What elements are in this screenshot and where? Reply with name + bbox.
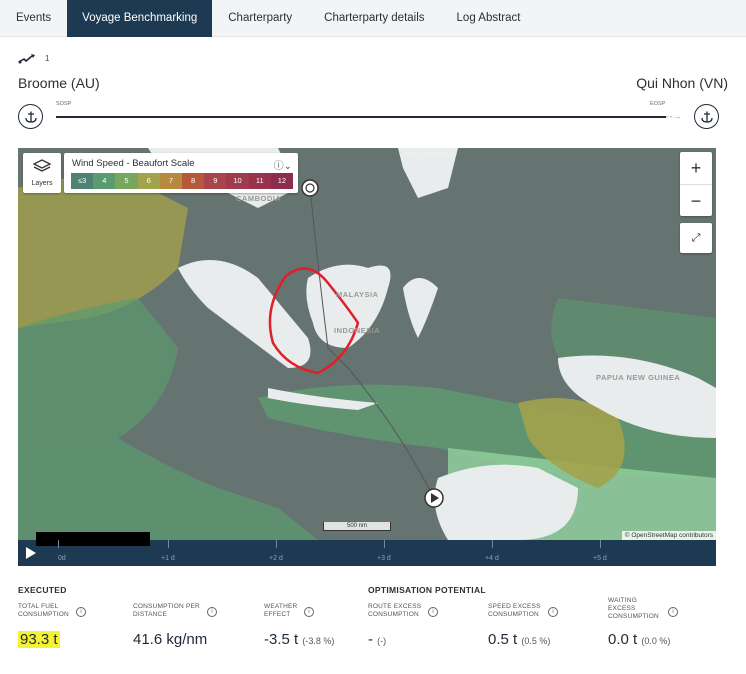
optimisation-title: OPTIMISATION POTENTIAL <box>368 585 486 595</box>
tick-label-2: +2 d <box>269 555 283 562</box>
vessel-count: 1 <box>45 54 50 63</box>
beaufort-cell-7: 10 <box>226 173 249 189</box>
track-arrow-icon: --→ <box>666 112 683 121</box>
wind-zone-4 <box>18 298 178 448</box>
tab-bar: Events Voyage Benchmarking Charterparty … <box>0 0 746 37</box>
beaufort-cell-0: ≤3 <box>71 173 94 189</box>
route-excess-value: - (-) <box>368 631 386 648</box>
label-papua-new-guinea: PAPUA NEW GUINEA <box>596 373 681 382</box>
speed-excess-pct: (0.5 %) <box>521 636 551 646</box>
label-indonesia: INDONESIA <box>334 326 381 335</box>
info-icon[interactable]: i <box>668 607 678 617</box>
redacted-block <box>36 532 150 546</box>
tick <box>276 540 277 548</box>
info-icon[interactable]: i <box>207 607 217 617</box>
map-attribution[interactable]: © OpenStreetMap contributors <box>621 531 716 540</box>
weather-effect-pct: (-3.8 %) <box>302 636 335 646</box>
total-fuel-label: TOTAL FUEL CONSUMPTION <box>18 603 69 618</box>
sumatra-land <box>178 260 311 368</box>
tick <box>58 540 59 548</box>
legend-title: Wind Speed - Beaufort Scale <box>72 158 195 169</box>
info-icon[interactable]: i <box>548 607 558 617</box>
ship-icon <box>18 54 35 64</box>
total-fuel-highlight: 93.3 t <box>18 631 60 648</box>
speed-excess-value: 0.5 t (0.5 %) <box>488 631 550 648</box>
sosp-label: SOSP <box>56 101 72 107</box>
label-malaysia: MALAYSIA <box>336 290 379 299</box>
eosp-label: EOSP <box>650 101 666 107</box>
weather-effect-number: -3.5 t <box>264 631 299 648</box>
beaufort-cell-8: 11 <box>248 173 271 189</box>
destination-marker[interactable] <box>301 179 319 197</box>
waiting-excess-value: 0.0 t (0.0 %) <box>608 631 670 648</box>
borneo-land <box>306 264 391 348</box>
tick-label-0: 0d <box>58 555 66 562</box>
info-icon[interactable]: i <box>76 607 86 617</box>
sulawesi-land <box>403 278 438 338</box>
route-excess-label: ROUTE EXCESS CONSUMPTION <box>368 603 422 618</box>
beaufort-cell-9: 12 <box>270 173 294 189</box>
zoom-in-button[interactable]: + <box>680 152 712 184</box>
beaufort-cell-3: 6 <box>137 173 160 189</box>
beaufort-cell-1: 4 <box>93 173 116 189</box>
waiting-excess-number: 0.0 t <box>608 631 638 648</box>
tab-charterparty-details[interactable]: Charterparty details <box>308 0 440 37</box>
tick <box>600 540 601 548</box>
executed-title: EXECUTED <box>18 585 67 595</box>
origin-port: Broome (AU) <box>18 75 100 91</box>
beaufort-cell-4: 7 <box>159 173 183 189</box>
info-icon[interactable]: i <box>304 607 314 617</box>
tick-label-4: +4 d <box>485 555 499 562</box>
waiting-excess-label: WAITING EXCESS CONSUMPTION <box>608 597 659 620</box>
beaufort-cell-5: 8 <box>182 173 205 189</box>
wind-legend: Wind Speed - Beaufort Scale ⓘ⌄ ≤3 4 5 6 7 8 9 1… <box>64 153 298 193</box>
tick-label-3: +3 d <box>377 555 391 562</box>
wind-zone-4c <box>18 438 318 540</box>
map-scale-bar: 500 nm <box>323 522 391 531</box>
legend-info-icon[interactable]: ⓘ⌄ <box>274 157 292 172</box>
speed-excess-label: SPEED EXCESS CONSUMPTION <box>488 603 541 618</box>
fullscreen-icon[interactable]: ⤢ <box>680 223 712 253</box>
tab-log-abstract[interactable]: Log Abstract <box>441 0 537 37</box>
weather-map[interactable]: Layers Wind Speed - Beaufort Scale ⓘ⌄ ≤3… <box>18 148 716 540</box>
weather-effect-value: -3.5 t (-3.8 %) <box>264 631 334 648</box>
tick-label-5: +5 d <box>593 555 607 562</box>
zoom-controls: + − <box>680 152 712 216</box>
tick <box>384 540 385 548</box>
route-excess-number: - <box>368 631 373 648</box>
consumption-distance-label: CONSUMPTION PER DISTANCE <box>133 603 200 618</box>
layers-button[interactable]: Layers <box>23 153 61 193</box>
consumption-distance-value: 41.6 kg/nm <box>133 631 208 648</box>
speed-excess-number: 0.5 t <box>488 631 518 648</box>
destination-port: Qui Nhon (VN) <box>636 75 728 91</box>
tab-voyage-benchmarking[interactable]: Voyage Benchmarking <box>67 0 213 37</box>
beaufort-cell-6: 9 <box>204 173 227 189</box>
beaufort-scale: ≤3 4 5 6 7 8 9 10 11 12 <box>71 173 294 189</box>
tick-label-1: +1 d <box>161 555 175 562</box>
label-philippines: PHILIPPINES <box>403 150 456 159</box>
layers-icon <box>32 159 52 172</box>
route-excess-pct: (-) <box>377 636 387 646</box>
tab-charterparty[interactable]: Charterparty <box>212 0 308 37</box>
weather-effect-label: WEATHER EFFECT <box>264 603 298 618</box>
play-icon[interactable] <box>26 547 36 559</box>
layers-label: Layers <box>31 180 53 187</box>
info-icon[interactable]: i <box>428 607 438 617</box>
label-cambodia: CAMBODIA <box>236 194 282 203</box>
tick <box>168 540 169 548</box>
origin-anchor-icon[interactable] <box>18 104 43 129</box>
tick <box>492 540 493 548</box>
tab-events[interactable]: Events <box>0 0 67 37</box>
total-fuel-value: 93.3 t <box>18 631 60 648</box>
destination-anchor-icon[interactable] <box>694 104 719 129</box>
zoom-out-button[interactable]: − <box>680 184 712 216</box>
voyage-track <box>56 116 666 118</box>
waiting-excess-pct: (0.0 %) <box>641 636 671 646</box>
beaufort-cell-2: 5 <box>115 173 138 189</box>
map-canvas <box>18 148 716 540</box>
timeline-bar[interactable]: 0d +1 d +2 d +3 d +4 d +5 d <box>18 532 716 566</box>
